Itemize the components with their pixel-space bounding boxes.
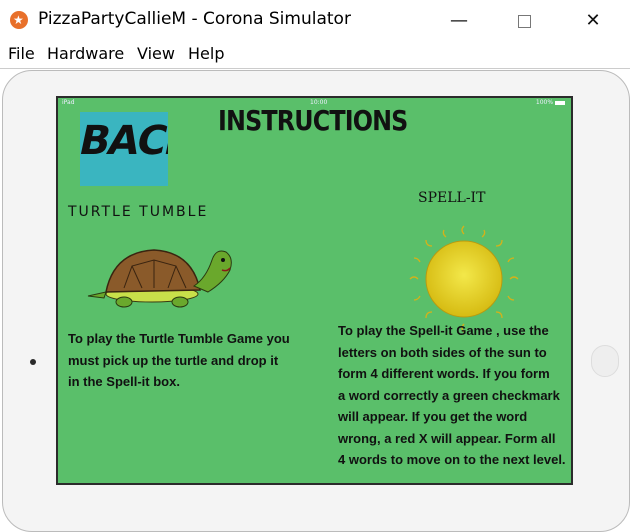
maximize-button[interactable] [501, 8, 547, 34]
menu-help[interactable]: Help [188, 44, 224, 63]
maximize-icon [517, 15, 531, 28]
spell-instruction-line: form 4 different words. If you form [338, 366, 550, 381]
title-bar: PizzaPartyCallieM - Corona Simulator — ✕ [0, 0, 630, 40]
turtle-instruction-line: To play the Turtle Tumble Game you [68, 331, 290, 346]
turtle-instruction-line: must pick up the turtle and drop it [68, 352, 279, 368]
turtle-instructions: To play the Turtle Tumble Game you must … [68, 328, 308, 393]
menu-bar: File Hardware View Help [0, 40, 630, 69]
page-title: INSTRUCTIONS [218, 104, 408, 137]
minimize-button[interactable]: — [436, 8, 482, 34]
turtle-instruction-line: in the Spell-it box. [68, 374, 180, 389]
back-label: BACK [80, 118, 168, 164]
sun-image [409, 225, 519, 333]
camera-dot [30, 359, 36, 365]
spell-instruction-line: will appear. If you get the word [338, 409, 528, 424]
menu-file[interactable]: File [8, 44, 35, 63]
window-title: PizzaPartyCallieM - Corona Simulator [38, 9, 351, 29]
spell-instruction-line: 4 words to move on to the next level. [338, 452, 566, 467]
spell-instruction-line: wrong, a red X will appear. Form all [338, 430, 556, 446]
spell-it-instructions: To play the Spell-it Game , use the lett… [338, 320, 573, 471]
menu-view[interactable]: View [137, 44, 175, 63]
battery-icon [555, 100, 565, 105]
menu-hardware[interactable]: Hardware [47, 44, 124, 63]
battery-percent: 100% [535, 99, 554, 106]
spell-instruction-line: a word correctly a green checkmark [338, 387, 560, 403]
turtle-image [87, 249, 232, 308]
close-button[interactable]: ✕ [570, 8, 616, 34]
spell-instruction-line: letters on both sides of the sun to [338, 344, 547, 360]
simulator-screen: iPad 10:00 100% BACK INSTRUCTIONS TURTLE… [56, 96, 573, 485]
status-carrier: iPad [62, 99, 75, 106]
spell-it-title: SPELL-IT [418, 190, 486, 206]
spell-instruction-line: To play the Spell-it Game , use the [338, 323, 549, 338]
turtle-tumble-title: TURTLE TUMBLE [68, 204, 209, 220]
status-battery: 100% [536, 99, 565, 106]
corona-app-icon [10, 11, 28, 29]
home-button[interactable] [591, 345, 619, 377]
back-button[interactable]: BACK [80, 112, 168, 186]
